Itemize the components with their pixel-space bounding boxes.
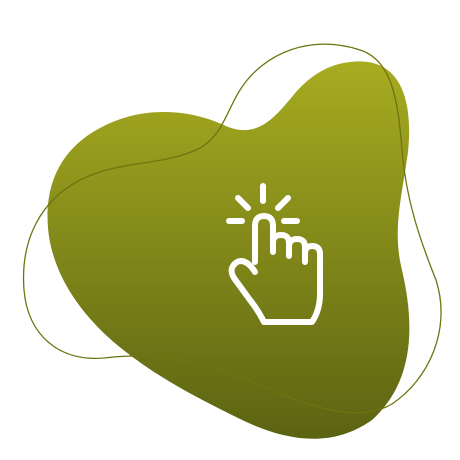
- background-blob: [47, 61, 410, 439]
- illustration-canvas: [22, 43, 442, 439]
- tap-illustration: [0, 0, 460, 460]
